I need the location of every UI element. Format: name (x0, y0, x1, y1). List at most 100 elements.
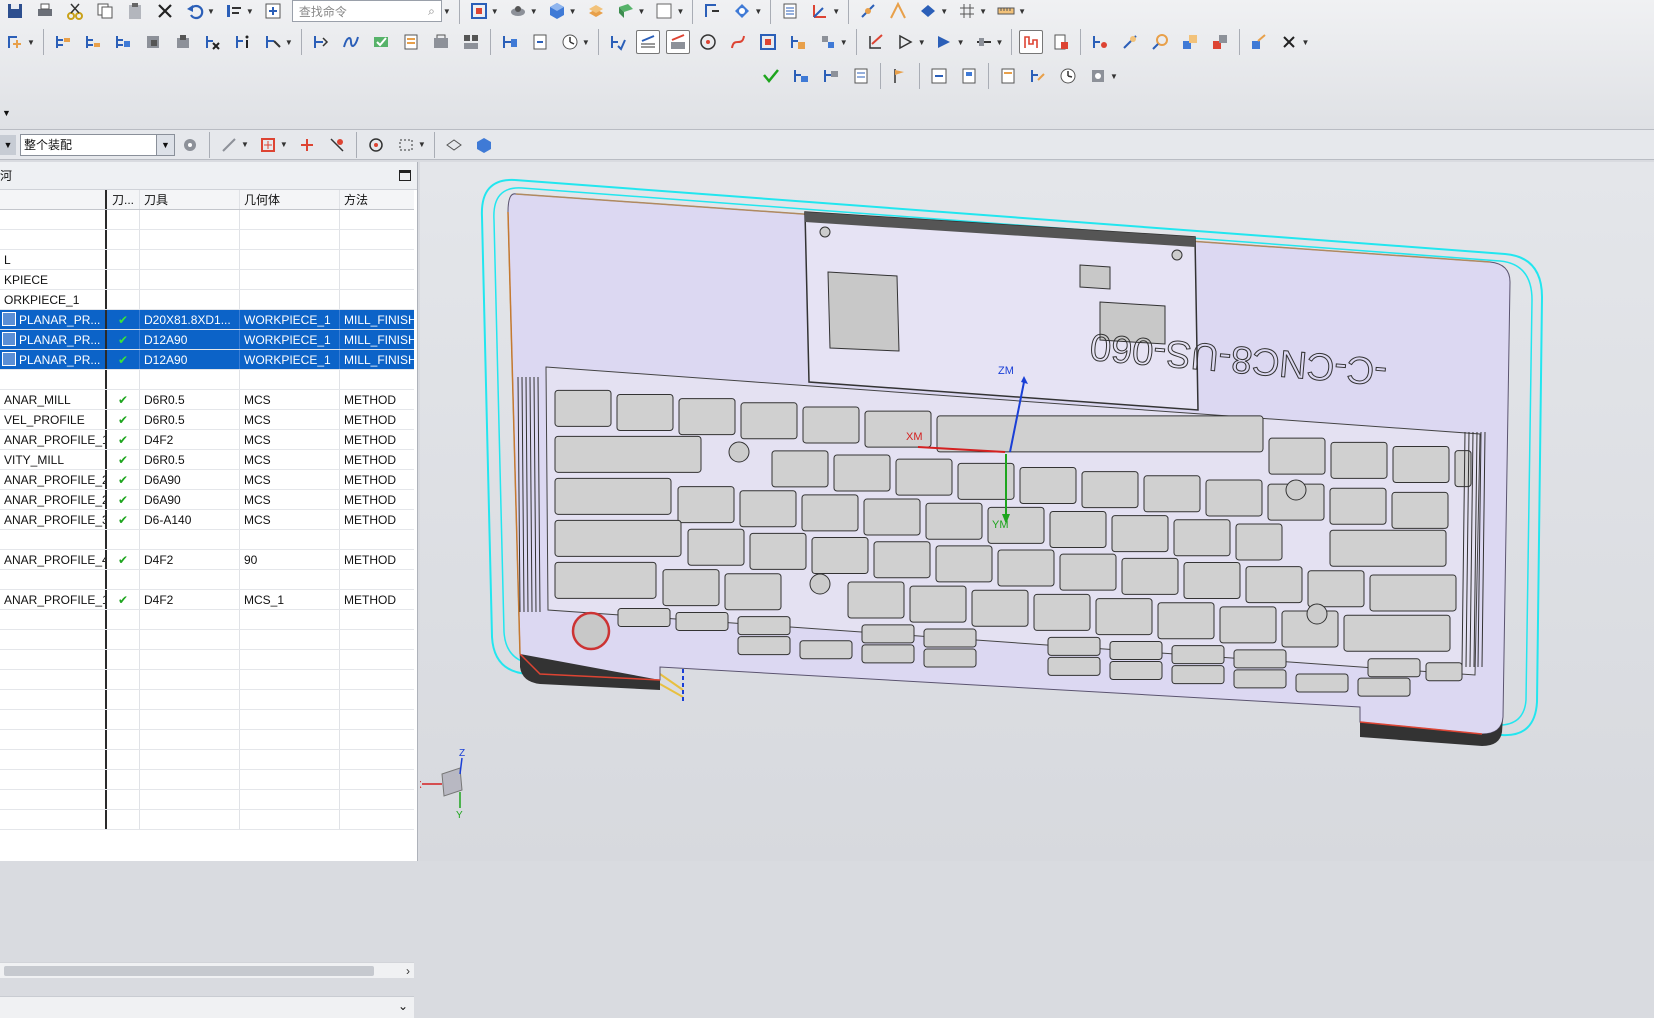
table-row[interactable]: PLANAR_PR... ✔ D20X81.8XD1... WORKPIECE_1 MI… (0, 310, 414, 330)
assembly-constraint-icon[interactable] (730, 0, 754, 23)
operation-name-cell[interactable]: VITY_MILL (0, 450, 107, 469)
column-header-status[interactable]: 刀... (107, 190, 140, 209)
circle-target-icon[interactable] (696, 30, 720, 54)
operation-name-cell[interactable] (0, 530, 107, 549)
table-row[interactable]: ANAR_PROFILE_4 ✔ D4F2 90 METHOD (0, 550, 414, 570)
program-order-view-icon[interactable] (51, 30, 75, 54)
chevron-down-icon[interactable]: ▼ (840, 38, 848, 47)
box-select-icon[interactable] (756, 30, 780, 54)
chevron-down-icon[interactable]: ▼ (979, 7, 987, 16)
output-cls-icon[interactable] (528, 30, 552, 54)
command-search-input[interactable]: 查找命令 ⌕ (291, 0, 442, 22)
operation-name-cell[interactable]: ANAR_PROFILE_3 (0, 510, 107, 529)
operation-name-cell[interactable] (0, 670, 107, 689)
chevron-down-icon[interactable]: ▼ (1018, 7, 1026, 16)
table-row[interactable] (0, 710, 414, 730)
scrollbar-thumb[interactable] (4, 965, 374, 976)
operation-name-cell[interactable]: ANAR_PROFILE_2... (0, 490, 107, 509)
settings-icon[interactable] (1086, 64, 1110, 88)
tool-info-icon[interactable] (231, 30, 255, 54)
generate-toolpath-icon[interactable] (309, 30, 333, 54)
gouge-check-icon[interactable] (1088, 30, 1112, 54)
chevron-down-icon[interactable]: ▼ (918, 38, 926, 47)
rectangle-select-icon[interactable] (394, 133, 418, 157)
grid-icon[interactable] (955, 0, 979, 23)
snap-midpoint-icon[interactable] (256, 133, 280, 157)
operation-name-cell[interactable] (0, 750, 107, 769)
table-row[interactable] (0, 650, 414, 670)
rotate-view-icon[interactable] (506, 0, 530, 23)
hatch-icon[interactable] (635, 30, 660, 54)
tool-list-icon[interactable] (789, 64, 813, 88)
table-row[interactable]: PLANAR_PR... ✔ D12A90 WORKPIECE_1 MILL_FINIS… (0, 350, 414, 370)
chevron-down-icon[interactable]: ▼ (443, 7, 451, 16)
verify-check-icon[interactable] (759, 64, 783, 88)
table-row[interactable] (0, 670, 414, 690)
maximize-icon[interactable] (399, 170, 411, 181)
measure-icon[interactable] (994, 0, 1018, 23)
chevron-down-icon[interactable]: ⌄ (398, 999, 408, 1013)
chevron-down-icon[interactable]: ▼ (754, 7, 762, 16)
table-row[interactable] (0, 810, 414, 830)
scope-filter-select[interactable]: 整个装配 ▼ (20, 133, 175, 156)
analysis-icon[interactable] (1049, 30, 1073, 54)
chevron-down-icon[interactable]: ▼ (280, 140, 288, 149)
chevron-down-icon[interactable]: ▼ (246, 7, 254, 16)
operation-name-cell[interactable]: ANAR_PROFILE_1... (0, 590, 107, 609)
postprocess-icon[interactable] (459, 30, 483, 54)
ribbon-expand-icon[interactable]: ▼ (2, 108, 11, 118)
tool-axis-icon[interactable] (972, 30, 996, 54)
table-row[interactable] (0, 610, 414, 630)
time-icon[interactable] (1056, 64, 1080, 88)
table-row[interactable] (0, 370, 414, 390)
operation-name-cell[interactable]: ANAR_PROFILE_2 (0, 470, 107, 489)
delete-icon[interactable] (153, 0, 177, 23)
tool-path-edit-icon[interactable] (1026, 64, 1050, 88)
feeds-speeds-icon[interactable] (558, 30, 582, 54)
chevron-down-icon[interactable]: ▼ (569, 7, 577, 16)
table-row[interactable] (0, 210, 414, 230)
operation-name-cell[interactable] (0, 210, 107, 229)
save-icon[interactable] (3, 0, 27, 23)
tool-path-display-icon[interactable] (1178, 30, 1202, 54)
operation-name-cell[interactable]: ANAR_PROFILE_1 (0, 430, 107, 449)
operation-name-cell[interactable] (0, 610, 107, 629)
snap-intersection-icon[interactable] (325, 133, 349, 157)
chevron-down-icon[interactable]: ▼ (207, 7, 215, 16)
select-arrow-icon[interactable] (933, 30, 957, 54)
chevron-down-icon[interactable]: ▼ (676, 7, 684, 16)
snap-center-icon[interactable] (364, 133, 388, 157)
table-row[interactable]: ANAR_MILL ✔ D6R0.5 MCS METHOD (0, 390, 414, 410)
copy-icon[interactable] (93, 0, 117, 23)
operation-name-cell[interactable] (0, 570, 107, 589)
operation-name-cell[interactable] (0, 710, 107, 729)
operation-name-cell[interactable]: ORKPIECE_1 (0, 290, 107, 309)
assembly-filter-icon[interactable] (178, 133, 202, 157)
table-row[interactable] (0, 530, 414, 550)
undo-icon[interactable] (183, 0, 207, 23)
table-row[interactable]: ANAR_PROFILE_1 ✔ D4F2 MCS METHOD (0, 430, 414, 450)
operation-name-cell[interactable] (0, 630, 107, 649)
attribute-icon[interactable] (261, 30, 285, 54)
offset-icon[interactable] (1118, 30, 1142, 54)
type-filter-dropdown[interactable]: ▼ (0, 134, 16, 155)
chevron-down-icon[interactable]: ▼ (530, 7, 538, 16)
operation-name-cell[interactable] (0, 770, 107, 789)
column-header-tool[interactable]: 刀具 (140, 190, 240, 209)
operation-name-cell[interactable] (0, 370, 107, 389)
table-row[interactable] (0, 230, 414, 250)
table-row[interactable] (0, 770, 414, 790)
table-row[interactable]: ANAR_PROFILE_2... ✔ D6A90MCS METHOD (0, 490, 414, 510)
operation-name-cell[interactable]: PLANAR_PR... (0, 330, 107, 349)
program-list-icon[interactable] (849, 64, 873, 88)
close-icon[interactable] (1277, 30, 1301, 54)
geometry-view-icon[interactable] (111, 30, 135, 54)
operation-name-cell[interactable]: ANAR_MILL (0, 390, 107, 409)
fit-view-icon[interactable] (467, 0, 491, 23)
operation-name-cell[interactable]: PLANAR_PR... (0, 350, 107, 369)
operation-name-cell[interactable]: KPIECE (0, 270, 107, 289)
edit-object-icon[interactable] (606, 30, 630, 54)
table-row[interactable]: ANAR_PROFILE_3 ✔ D6-A140 MCS METHOD (0, 510, 414, 530)
print-icon[interactable] (33, 0, 57, 23)
report-icon[interactable] (957, 64, 981, 88)
